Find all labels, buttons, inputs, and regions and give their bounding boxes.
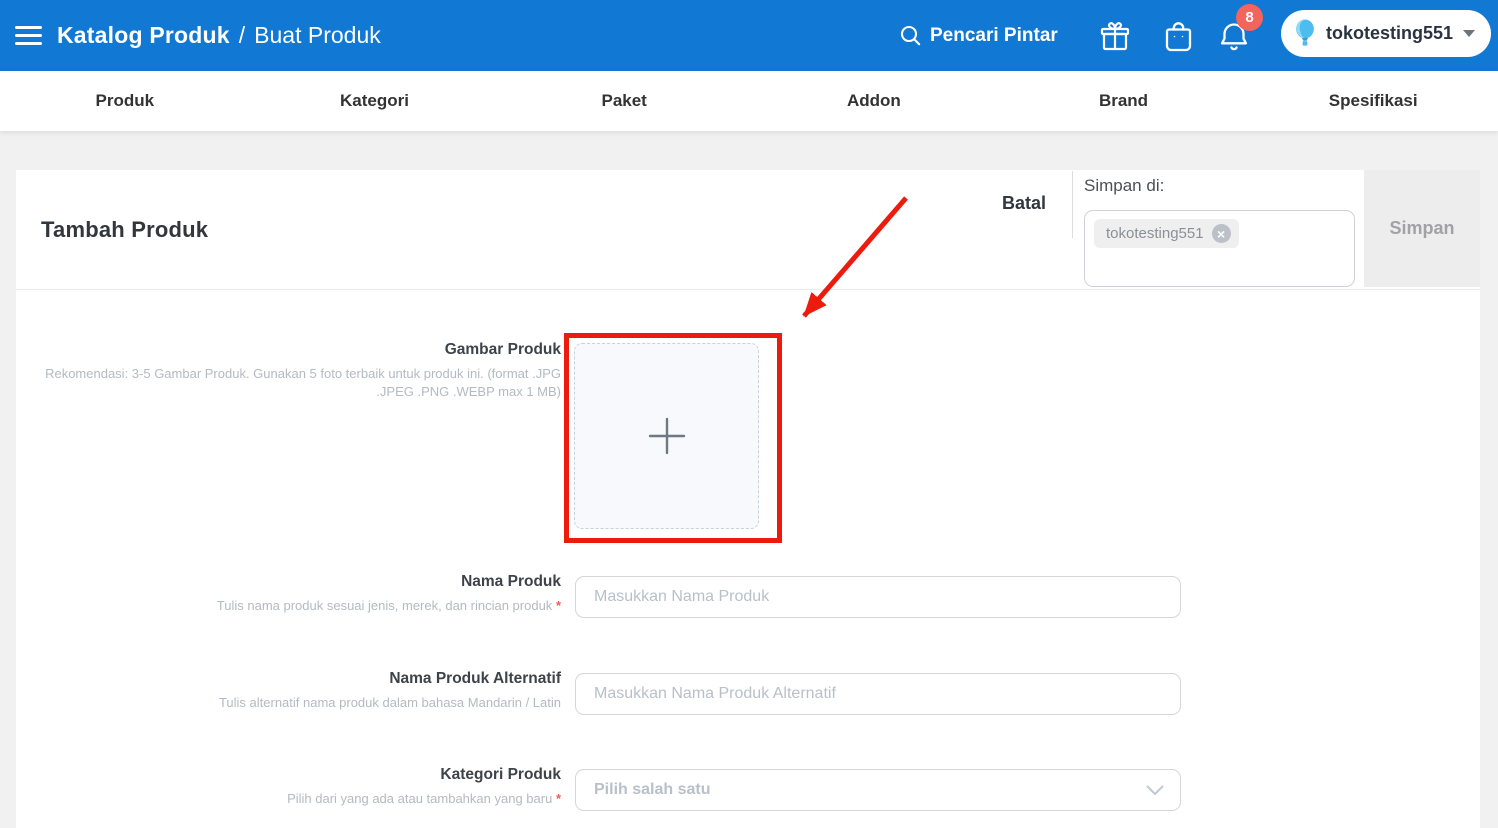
menu-icon[interactable]	[15, 26, 42, 45]
chevron-down-icon	[1146, 785, 1164, 795]
search-icon	[900, 25, 921, 46]
store-tags-box[interactable]: tokotesting551 ×	[1084, 210, 1355, 287]
image-upload-dropzone[interactable]	[574, 343, 759, 529]
product-alt-name-label-block: Nama Produk Alternatif Tulis alternatif …	[40, 670, 561, 712]
tab-kategori[interactable]: Kategori	[250, 71, 500, 131]
plus-icon	[648, 417, 685, 455]
field-hint: Tulis alternatif nama produk dalam bahas…	[218, 695, 561, 710]
breadcrumb-separator: /	[238, 22, 246, 48]
account-menu[interactable]: tokotesting551	[1281, 10, 1491, 57]
store-tag-label: tokotesting551	[1106, 225, 1204, 242]
gift-icon	[1100, 21, 1130, 50]
remove-tag-icon[interactable]: ×	[1211, 224, 1231, 243]
gift-button[interactable]	[1099, 19, 1131, 53]
balloon-icon	[1296, 19, 1314, 46]
tab-addon[interactable]: Addon	[749, 71, 999, 131]
top-bar: Katalog Produk / Buat Produk Pencari Pin…	[0, 0, 1498, 71]
field-label: Nama Produk	[461, 573, 561, 590]
save-in-label: Simpan di:	[1084, 176, 1165, 195]
shopping-bag-button[interactable]	[1162, 19, 1194, 53]
smart-search-button[interactable]: Pencari Pintar	[900, 0, 1058, 71]
product-category-select[interactable]: Pilih salah satu	[575, 769, 1181, 811]
page-title: Tambah Produk	[41, 217, 209, 242]
tab-spesifikasi[interactable]: Spesifikasi	[1248, 71, 1498, 131]
product-name-label-block: Nama Produk Tulis nama produk sesuai jen…	[40, 573, 561, 615]
breadcrumb-secondary: Buat Produk	[254, 22, 381, 48]
account-name: tokotesting551	[1325, 23, 1453, 43]
product-category-label-block: Kategori Produk Pilih dari yang ada atau…	[40, 766, 561, 808]
tab-produk[interactable]: Produk	[0, 71, 250, 131]
shopping-bag-icon	[1165, 22, 1191, 52]
card-header-divider	[16, 289, 1480, 290]
notification-badge: 8	[1236, 4, 1263, 31]
product-name-input[interactable]	[575, 576, 1181, 618]
search-label: Pencari Pintar	[930, 24, 1058, 46]
breadcrumb-primary[interactable]: Katalog Produk	[57, 22, 230, 49]
field-label: Kategori Produk	[440, 766, 561, 783]
tab-paket[interactable]: Paket	[499, 71, 749, 131]
product-alt-name-input[interactable]	[575, 673, 1181, 715]
tab-brand[interactable]: Brand	[999, 71, 1249, 131]
field-hint: Pilih dari yang ada atau tambahkan yang …	[287, 791, 561, 806]
breadcrumb: Katalog Produk / Buat Produk	[57, 0, 381, 71]
required-marker: *	[555, 791, 561, 806]
store-tag-chip: tokotesting551 ×	[1094, 219, 1239, 248]
select-placeholder: Pilih salah satu	[594, 781, 711, 798]
required-marker: *	[555, 598, 561, 613]
module-nav: Produk Kategori Paket Addon Brand Spesif…	[0, 71, 1498, 131]
field-hint: Tulis nama produk sesuai jenis, merek, d…	[216, 598, 561, 613]
caret-down-icon	[1463, 30, 1475, 37]
image-field-label-block: Gambar Produk Rekomendasi: 3-5 Gambar Pr…	[40, 341, 561, 400]
toolbar-divider	[1072, 171, 1073, 238]
app-window: Katalog Produk / Buat Produk Pencari Pin…	[0, 0, 1498, 828]
field-label: Nama Produk Alternatif	[389, 670, 561, 687]
cancel-button[interactable]: Batal	[1002, 193, 1046, 214]
image-field-hint: Rekomendasi: 3-5 Gambar Produk. Gunakan …	[45, 366, 561, 399]
image-field-label: Gambar Produk	[444, 341, 561, 358]
save-button[interactable]: Simpan	[1364, 170, 1480, 287]
